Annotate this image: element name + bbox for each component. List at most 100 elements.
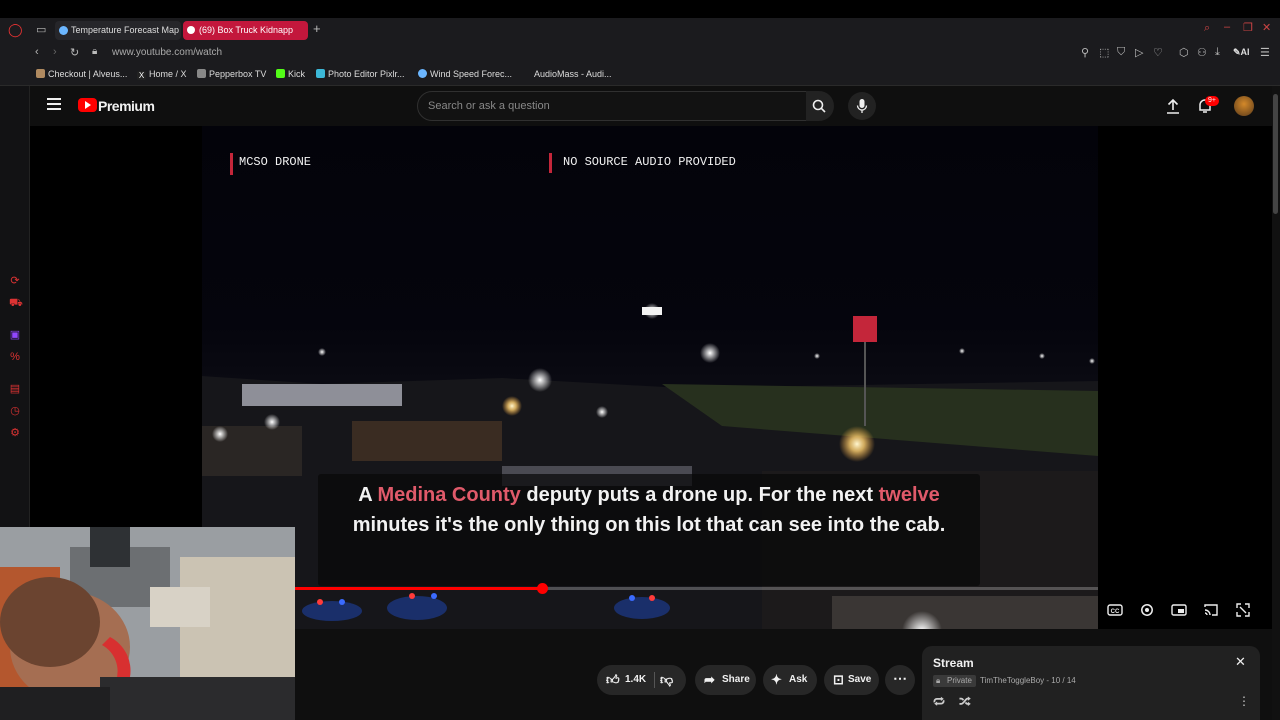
upload-icon[interactable]	[1166, 98, 1180, 114]
sparkle-icon: ✦	[771, 672, 782, 687]
bookmark-x-home[interactable]: X Home / X	[137, 69, 187, 80]
bookmark-label: Wind Speed Forec...	[430, 69, 513, 79]
ask-button[interactable]: ✦ Ask	[763, 665, 817, 695]
ai-label: AI	[1240, 47, 1250, 57]
overlay-left-text: MCSO DRONE	[239, 155, 312, 169]
shield-icon[interactable]: ⛉	[1117, 46, 1125, 59]
ask-label: Ask	[789, 674, 808, 685]
minimize-icon[interactable]: –	[1224, 21, 1230, 33]
bookmark-kick[interactable]: Kick	[276, 69, 305, 79]
like-count: 1.4K	[625, 674, 647, 685]
bookmark-icon: ⊡	[833, 672, 844, 687]
bookmark-wind-speed[interactable]: Wind Speed Forec...	[418, 69, 512, 79]
caption-text: A Medina County deputy puts a drone up. …	[318, 480, 980, 540]
privacy-label: Private	[947, 676, 972, 685]
url-text[interactable]: www.youtube.com/watch	[112, 47, 222, 58]
tab-box-truck[interactable]: (69) Box Truck Kidnapp	[183, 21, 308, 40]
close-window-icon[interactable]: ✕	[1262, 21, 1271, 34]
premium-label[interactable]: Premium	[98, 98, 155, 114]
settings-gear-icon[interactable]	[1139, 602, 1155, 618]
ai-aria-icon[interactable]: ⟳	[9, 275, 21, 287]
search-input[interactable]: Search or ask a question	[417, 91, 807, 121]
more-actions-button[interactable]: ⋯	[885, 665, 915, 695]
search-button[interactable]	[806, 91, 834, 121]
voice-search-button[interactable]	[848, 92, 876, 120]
close-playlist-icon[interactable]: ✕	[1235, 654, 1246, 670]
bookmarks-bar: Checkout | Alveus... X Home / X Pepperbox…	[0, 64, 1280, 86]
bookmark-label: Home / X	[149, 69, 187, 79]
easy-setup-icon[interactable]: ☰	[1260, 46, 1270, 59]
extensions-icon[interactable]: ⬡	[1179, 46, 1189, 59]
play-icon[interactable]: ▷	[1135, 46, 1143, 59]
privacy-badge: 🔒︎ Private	[933, 675, 976, 687]
overlay-right-accent	[549, 153, 552, 173]
webcam-overlay	[0, 527, 295, 720]
page-scrollbar[interactable]	[1272, 86, 1280, 720]
svg-text:CC: CC	[1111, 609, 1120, 615]
playlist-title[interactable]: Stream	[933, 656, 974, 670]
twitch-icon[interactable]: ▣	[9, 329, 21, 341]
bookmark-label: Pepperbox TV	[209, 69, 267, 79]
caption-word: A	[358, 484, 372, 506]
pin-icon[interactable]: ⚲	[1081, 46, 1089, 59]
like-dislike-group: 👍︎ 1.4K 👎︎	[597, 665, 686, 695]
tabs-icon[interactable]: ▤	[9, 383, 21, 395]
heart-icon[interactable]: ♡	[1153, 46, 1163, 59]
account-icon[interactable]: ⚇	[1197, 46, 1207, 59]
cast-icon[interactable]	[1203, 602, 1219, 618]
hamburger-menu-icon[interactable]	[47, 98, 61, 110]
globe-icon	[418, 69, 427, 78]
snapshot-icon[interactable]: ⬚	[1099, 46, 1109, 59]
search-placeholder: Search or ask a question	[428, 100, 550, 112]
workspaces-icon[interactable]: ▭	[36, 23, 46, 36]
like-button[interactable]: 👍︎ 1.4K	[597, 665, 652, 695]
download-icon[interactable]: ⤓	[1215, 46, 1220, 59]
scrollbar-thumb[interactable]	[1273, 94, 1278, 214]
tab-temperature-forecast[interactable]: Temperature Forecast Map	[55, 21, 181, 40]
bookmark-pepperbox[interactable]: Pepperbox TV	[197, 69, 266, 79]
history-icon[interactable]: ◷	[9, 405, 21, 417]
caption-word: deputy puts a drone up. For the next	[526, 484, 874, 506]
more-horizontal-icon: ⋯	[893, 670, 907, 686]
tab-label: Temperature Forecast Map	[71, 25, 180, 35]
captions-icon[interactable]: CC	[1107, 602, 1123, 618]
bookmark-label: AudioMass - Audi...	[534, 69, 612, 79]
miniplayer-icon[interactable]	[1171, 602, 1187, 618]
bookmark-audiomass[interactable]: AudioMass - Audi...	[534, 69, 612, 79]
playlist-panel: Stream 🔒︎ Private TimTheToggleBoy - 10 / …	[922, 646, 1260, 720]
settings-icon[interactable]: ⚙	[9, 427, 21, 439]
new-tab-icon[interactable]: +	[313, 21, 321, 36]
discount-icon[interactable]: %	[9, 351, 21, 363]
shuffle-icon[interactable]: 🔀︎	[959, 694, 971, 711]
playlist-more-icon[interactable]: ⋮	[1238, 694, 1250, 708]
save-button[interactable]: ⊡ Save	[824, 665, 879, 695]
dislike-button[interactable]: 👎︎	[660, 665, 673, 695]
search-tabs-icon[interactable]: ⌕	[1204, 22, 1210, 35]
youtube-logo-icon[interactable]	[78, 98, 97, 112]
reload-icon[interactable]: ↻	[70, 46, 79, 59]
loop-icon[interactable]: 🔁︎	[933, 694, 945, 711]
bookmark-checkout[interactable]: Checkout | Alveus...	[36, 69, 127, 79]
tab-strip: ◯ ▭ Temperature Forecast Map (69) Box Tr…	[0, 18, 1280, 42]
microphone-icon	[856, 99, 868, 113]
messenger-icon[interactable]: ⛟	[9, 297, 23, 309]
playlist-meta: TimTheToggleBoy - 10 / 14	[980, 676, 1076, 685]
caption-highlight: Medina County	[377, 484, 521, 506]
youtube-header: Premium Search or ask a question 9+	[30, 86, 1272, 126]
forward-icon[interactable]: ›	[53, 46, 57, 58]
fullscreen-icon[interactable]	[1235, 602, 1251, 618]
alveus-icon	[36, 69, 45, 78]
back-icon[interactable]: ‹	[35, 46, 39, 58]
bookmark-pixlr[interactable]: Photo Editor Pixlr...	[316, 69, 405, 79]
webcam-feed-image	[0, 527, 295, 720]
avatar[interactable]	[1234, 96, 1254, 116]
progress-bar[interactable]	[295, 583, 1098, 594]
notification-badge: 9+	[1205, 96, 1219, 106]
opera-logo-icon[interactable]: ◯	[8, 22, 23, 38]
caption-word: minutes it's the only thing on this lot …	[352, 514, 946, 536]
pixlr-icon	[316, 69, 325, 78]
sparkle-icon: ✎	[1233, 47, 1241, 57]
restore-icon[interactable]: ❐	[1243, 21, 1253, 34]
share-button[interactable]: ➦ Share	[695, 665, 756, 695]
ai-button[interactable]: ✎AI	[1233, 47, 1250, 58]
